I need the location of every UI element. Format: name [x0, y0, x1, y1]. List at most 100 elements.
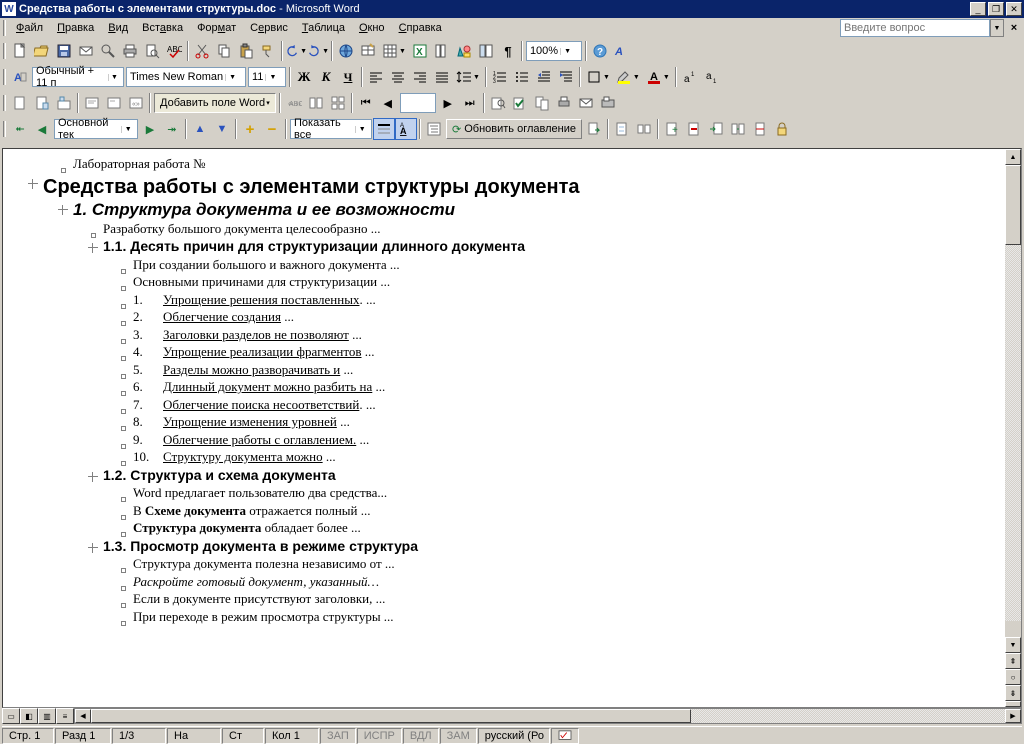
- numbering-button[interactable]: 123: [489, 66, 511, 88]
- goto-toc-button[interactable]: [583, 118, 605, 140]
- align-right-button[interactable]: [409, 66, 431, 88]
- view-web-button[interactable]: ◧: [20, 708, 38, 724]
- remove-subdoc-button[interactable]: [683, 118, 705, 140]
- undo-button[interactable]: ▼: [285, 40, 307, 62]
- superscript-button[interactable]: a1: [679, 66, 701, 88]
- close-button[interactable]: ✕: [1006, 2, 1022, 16]
- menu-window[interactable]: Окно: [352, 20, 392, 36]
- open-button[interactable]: [31, 40, 53, 62]
- demote-body-button[interactable]: ⯮: [161, 118, 183, 140]
- paste-button[interactable]: [235, 40, 257, 62]
- outdent-button[interactable]: [533, 66, 555, 88]
- drawing-button[interactable]: [453, 40, 475, 62]
- horizontal-scrollbar[interactable]: ◀ ▶: [74, 708, 1022, 724]
- help-button[interactable]: ?: [589, 40, 611, 62]
- outline-level-combo[interactable]: Основной тек▼: [54, 119, 138, 139]
- hscroll-thumb[interactable]: [91, 709, 691, 723]
- minimize-button[interactable]: _: [970, 2, 986, 16]
- vertical-scrollbar[interactable]: ▲ ▼ ⇞ ○ ⇟: [1005, 149, 1021, 707]
- scroll-down-button[interactable]: ▼: [1005, 637, 1021, 653]
- status-spellcheck-icon[interactable]: [551, 728, 579, 744]
- linespacing-button[interactable]: ▼: [453, 66, 483, 88]
- hscroll-right-button[interactable]: ▶: [1005, 709, 1021, 723]
- promote-heading1-button[interactable]: ⯬: [9, 118, 31, 140]
- restore-button[interactable]: ❐: [988, 2, 1004, 16]
- menu-view[interactable]: Вид: [101, 20, 135, 36]
- hscroll-left-button[interactable]: ◀: [75, 709, 91, 723]
- expand-icon[interactable]: [28, 179, 38, 189]
- cut-button[interactable]: [191, 40, 213, 62]
- expand-icon[interactable]: [88, 543, 98, 553]
- insert-table-button[interactable]: ▼: [379, 40, 409, 62]
- mm-address-block-button[interactable]: [81, 92, 103, 114]
- expand-button[interactable]: +: [239, 118, 261, 140]
- bold-button[interactable]: Ж: [293, 66, 315, 88]
- mm-merge-printer-button[interactable]: [553, 92, 575, 114]
- expand-icon[interactable]: [88, 472, 98, 482]
- mm-merge-email-button[interactable]: [575, 92, 597, 114]
- next-page-button[interactable]: ⇟: [1005, 685, 1021, 701]
- hyperlink-button[interactable]: [335, 40, 357, 62]
- highlight-button[interactable]: ▼: [613, 66, 643, 88]
- status-ovr[interactable]: ЗАМ: [440, 728, 477, 744]
- mm-merge-newdoc-button[interactable]: [531, 92, 553, 114]
- doc-close-button[interactable]: ×: [1006, 20, 1022, 36]
- split-handle[interactable]: [1005, 701, 1021, 707]
- toolbar-handle[interactable]: [3, 69, 6, 85]
- menu-file[interactable]: Файл: [9, 20, 50, 36]
- document-surface[interactable]: Лабораторная работа № Средства работы с …: [3, 149, 1005, 707]
- mm-prev-button[interactable]: ◀: [377, 92, 399, 114]
- view-outline-button[interactable]: ≡: [56, 708, 74, 724]
- movedown-button[interactable]: ▼: [211, 118, 233, 140]
- mm-recipients-button[interactable]: [53, 92, 75, 114]
- toolbar-handle[interactable]: [3, 121, 6, 137]
- redo-button[interactable]: ▼: [307, 40, 329, 62]
- insert-subdoc-button[interactable]: [705, 118, 727, 140]
- excel-button[interactable]: X: [409, 40, 431, 62]
- print-button[interactable]: [119, 40, 141, 62]
- lock-subdoc-button[interactable]: [771, 118, 793, 140]
- align-left-button[interactable]: [365, 66, 387, 88]
- scroll-thumb[interactable]: [1005, 165, 1021, 245]
- borders-button[interactable]: ▼: [583, 66, 613, 88]
- copy-button[interactable]: [213, 40, 235, 62]
- show-codes-button[interactable]: ¶: [497, 40, 519, 62]
- spelling-button[interactable]: ABC: [163, 40, 185, 62]
- first-line-only-button[interactable]: [373, 118, 395, 140]
- mm-match-fields-button[interactable]: [305, 92, 327, 114]
- size-combo[interactable]: 11▼: [248, 67, 286, 87]
- prev-page-button[interactable]: ⇞: [1005, 653, 1021, 669]
- mm-record-combo[interactable]: [400, 93, 436, 113]
- align-center-button[interactable]: [387, 66, 409, 88]
- browse-object-button[interactable]: ○: [1005, 669, 1021, 685]
- mm-first-button[interactable]: ⏮: [355, 92, 377, 114]
- zoom-combo[interactable]: 100%▼: [526, 41, 582, 61]
- italic-button[interactable]: К: [315, 66, 337, 88]
- split-subdoc-button[interactable]: [749, 118, 771, 140]
- menu-edit[interactable]: Правка: [50, 20, 101, 36]
- promote-button[interactable]: ◀: [31, 118, 53, 140]
- font-color-button[interactable]: A▼: [643, 66, 673, 88]
- toolbar-handle[interactable]: [3, 20, 6, 36]
- indent-button[interactable]: [555, 66, 577, 88]
- merge-subdoc-button[interactable]: [727, 118, 749, 140]
- font-combo[interactable]: Times New Roman▼: [126, 67, 246, 87]
- create-subdoc-button[interactable]: +: [661, 118, 683, 140]
- mm-labels-button[interactable]: [327, 92, 349, 114]
- demote-button[interactable]: ▶: [139, 118, 161, 140]
- scroll-up-button[interactable]: ▲: [1005, 149, 1021, 165]
- mail-button[interactable]: [75, 40, 97, 62]
- bullets-button[interactable]: [511, 66, 533, 88]
- new-doc-button[interactable]: [9, 40, 31, 62]
- menu-help[interactable]: Справка: [392, 20, 449, 36]
- mm-highlight-fields-button[interactable]: ‹‹ ››ABC: [283, 92, 305, 114]
- docmap-button[interactable]: [475, 40, 497, 62]
- style-combo[interactable]: Обычный + 11 п▼: [32, 67, 124, 87]
- toolbar-handle[interactable]: [3, 43, 6, 59]
- status-ext[interactable]: ВДЛ: [403, 728, 439, 744]
- mm-greeting-button[interactable]: [103, 92, 125, 114]
- moveup-button[interactable]: ▲: [189, 118, 211, 140]
- styles-pane-button[interactable]: A: [9, 66, 31, 88]
- status-lang[interactable]: русский (Ро: [478, 728, 550, 744]
- collapse-button[interactable]: −: [261, 118, 283, 140]
